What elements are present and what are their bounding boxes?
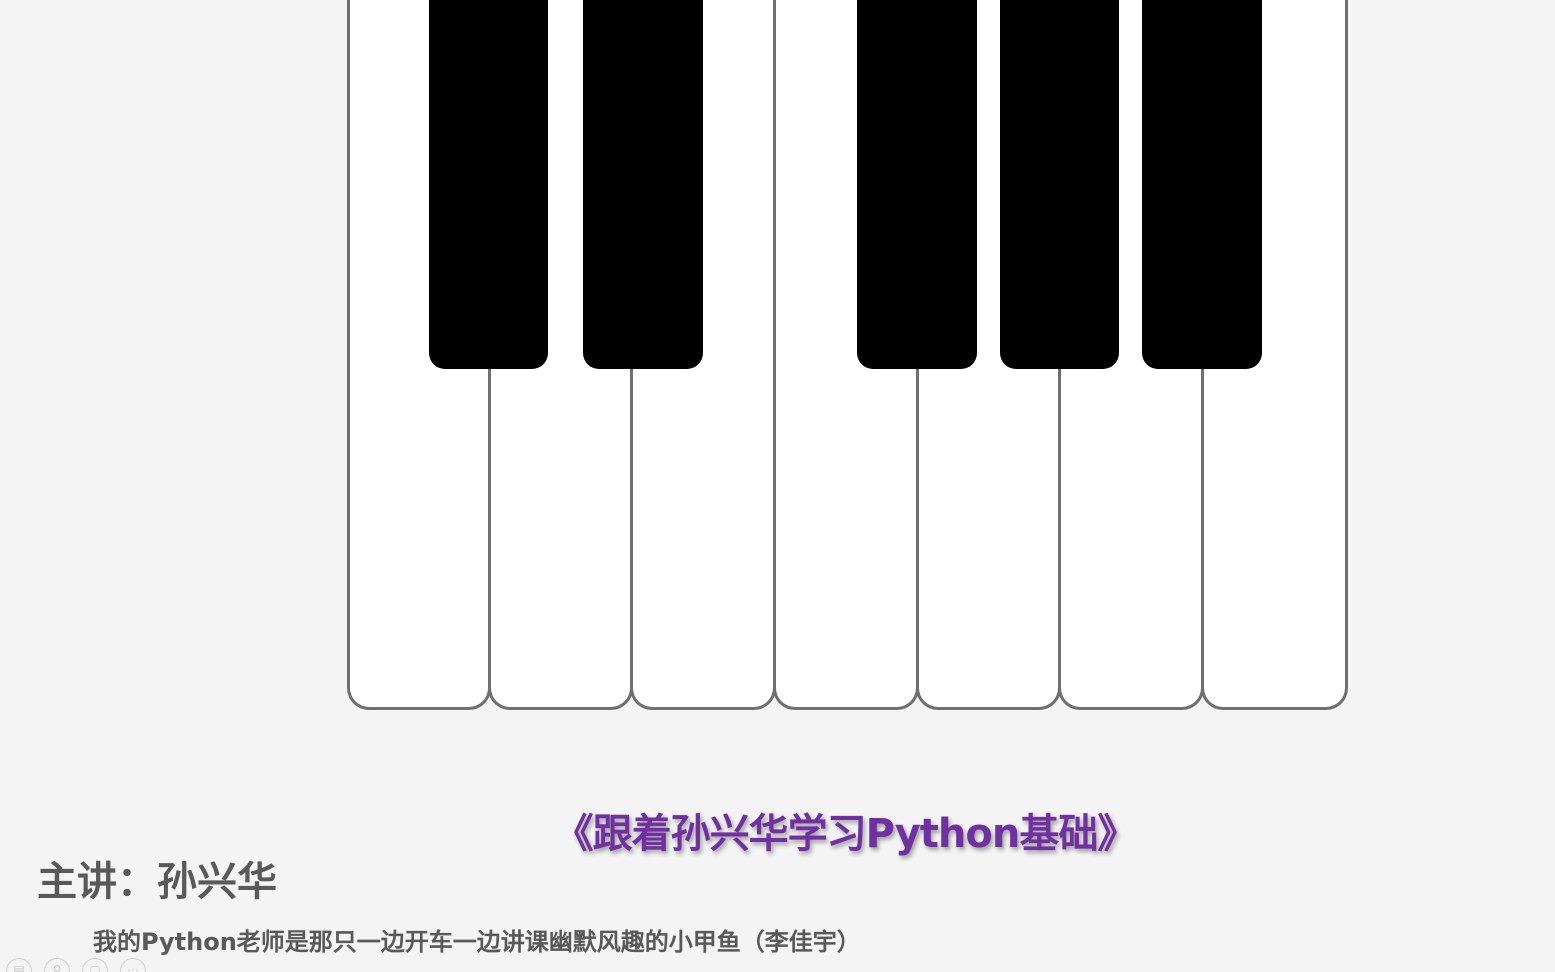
piano-black-key <box>1000 0 1119 369</box>
piano-black-key <box>1142 0 1262 369</box>
more-control-icon[interactable]: ⋯ <box>120 958 146 972</box>
piano-black-key <box>583 0 703 369</box>
zoom-control-icon[interactable]: ⚲ <box>44 958 70 972</box>
slide-control-icon[interactable]: ▢ <box>82 958 108 972</box>
piano-keyboard-graphic <box>0 0 1555 760</box>
slide-subtitle: 我的Python老师是那只一边开车一边讲课幽默风趣的小甲鱼（李佳宇） <box>93 928 861 956</box>
course-title: 《跟着孙兴华学习Python基础》 <box>553 811 1138 857</box>
piano-black-key <box>429 0 548 369</box>
lecturer-label: 主讲：孙兴华 <box>37 859 277 905</box>
presentation-slide: 《跟着孙兴华学习Python基础》 主讲：孙兴华 我的Python老师是那只一边… <box>0 0 1555 972</box>
menu-control-icon[interactable]: ▤ <box>6 958 32 972</box>
piano-black-key <box>857 0 977 369</box>
slideshow-controls: ▤ ⚲ ▢ ⋯ <box>6 958 156 972</box>
